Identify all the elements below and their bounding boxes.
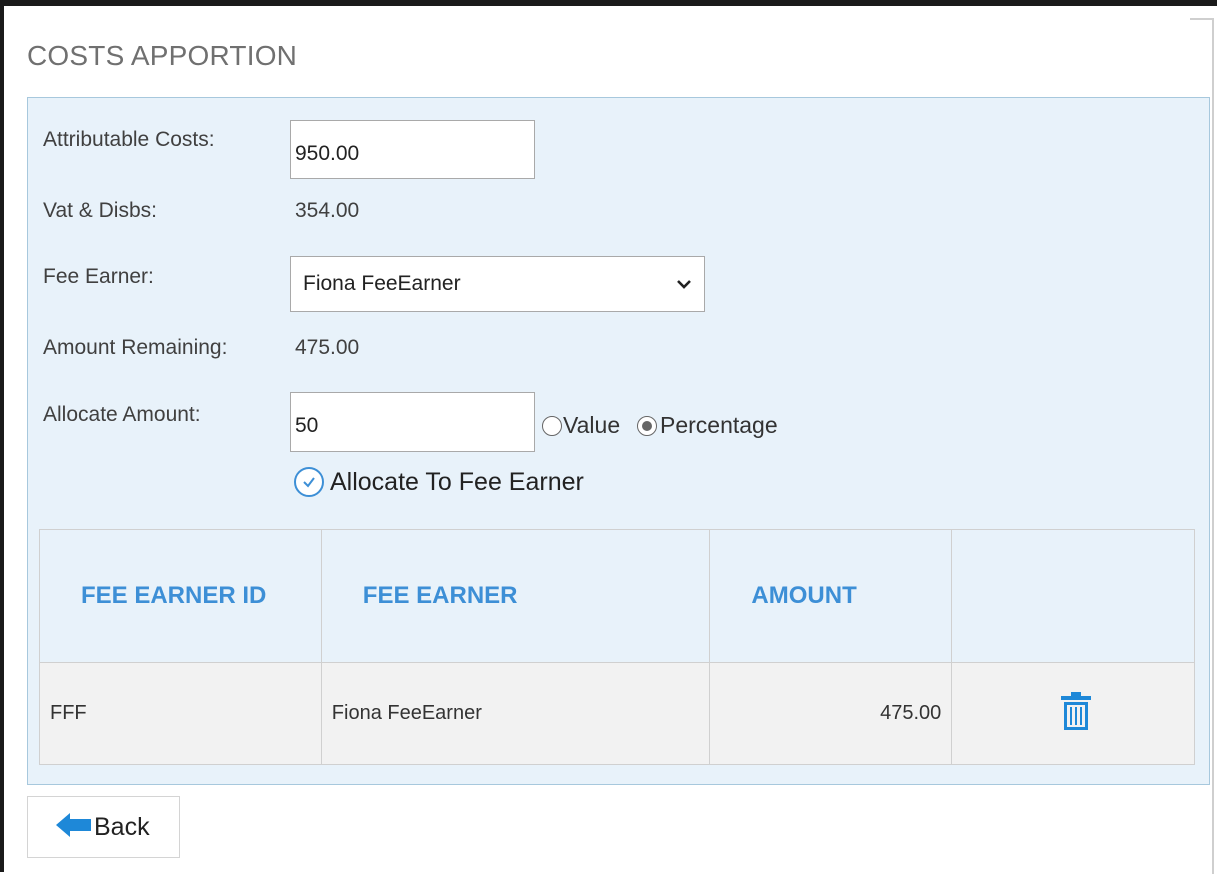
allocate-amount-input[interactable] [290, 392, 535, 452]
cell-amount: 475.00 [709, 662, 953, 765]
back-button[interactable]: Back [27, 796, 180, 858]
value-radio[interactable] [542, 416, 562, 436]
vat-disbs-label: Vat & Disbs: [43, 199, 157, 222]
arrow-left-icon [56, 812, 92, 843]
column-header-fee-earner[interactable]: FEE EARNER [320, 529, 711, 663]
allocate-to-fee-earner-button[interactable]: Allocate To Fee Earner [294, 467, 584, 497]
cell-fee-earner-id: FFF [39, 662, 322, 765]
column-header-fee-earner-id[interactable]: FEE EARNER ID [39, 529, 322, 663]
table-header-row: FEE EARNER ID FEE EARNER AMOUNT [39, 529, 1195, 663]
value-radio-label[interactable]: Value [563, 412, 620, 439]
attributable-costs-input[interactable] [290, 120, 535, 179]
chevron-down-icon [676, 272, 692, 296]
fee-earner-select[interactable]: Fiona FeeEarner [290, 256, 705, 312]
column-header-amount[interactable]: AMOUNT [709, 529, 953, 663]
allocations-table: FEE EARNER ID FEE EARNER AMOUNT FFF Fion… [39, 529, 1195, 765]
cell-fee-earner: Fiona FeeEarner [320, 662, 711, 765]
percentage-radio-label[interactable]: Percentage [660, 412, 778, 439]
back-button-label: Back [94, 812, 150, 841]
check-circle-icon [294, 467, 324, 497]
vat-disbs-value: 354.00 [295, 199, 360, 222]
attributable-costs-label: Attributable Costs: [43, 128, 215, 151]
page-title: COSTS APPORTION [27, 40, 298, 71]
allocate-amount-label: Allocate Amount: [43, 403, 201, 426]
amount-remaining-label: Amount Remaining: [43, 336, 228, 359]
trash-icon[interactable] [1060, 691, 1092, 737]
amount-remaining-value: 475.00 [295, 336, 360, 359]
fee-earner-label: Fee Earner: [43, 265, 154, 288]
percentage-radio[interactable] [637, 416, 657, 436]
allocate-to-fee-earner-label: Allocate To Fee Earner [330, 467, 584, 496]
table-row: FFF Fiona FeeEarner 475.00 [39, 662, 1195, 765]
divider [1190, 18, 1214, 20]
fee-earner-selected: Fiona FeeEarner [303, 272, 461, 295]
column-header-actions [951, 529, 1195, 663]
divider [1212, 18, 1214, 874]
cell-actions [951, 662, 1195, 765]
